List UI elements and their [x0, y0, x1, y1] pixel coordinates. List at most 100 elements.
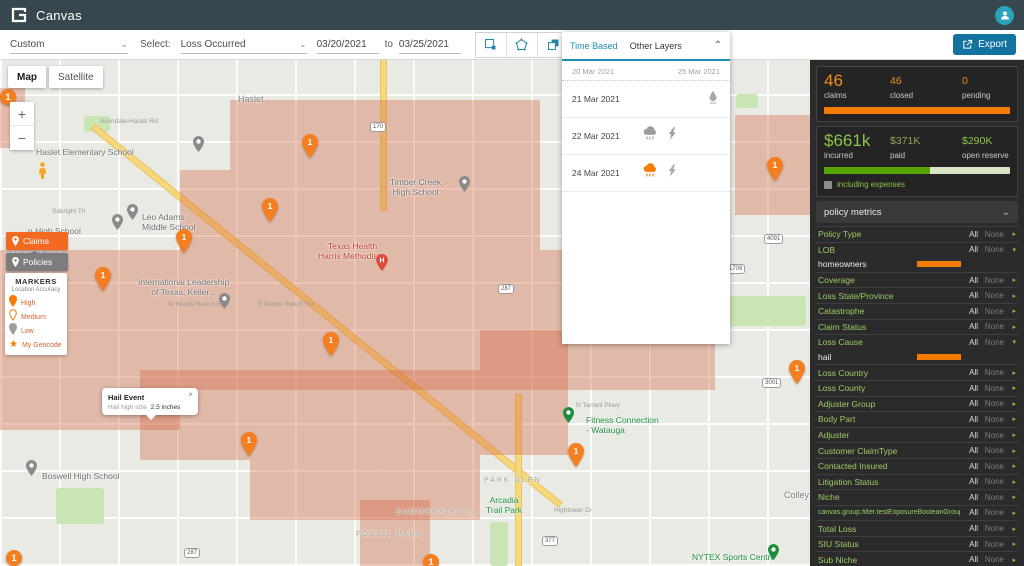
tab-time-based[interactable]: Time Based	[570, 41, 618, 51]
expand-arrow-icon[interactable]: ▸	[1004, 292, 1016, 300]
rectangle-select-button[interactable]	[476, 33, 507, 57]
metric-none-link[interactable]: None	[978, 415, 1004, 424]
claim-marker-pin[interactable]: 1	[241, 432, 257, 461]
lightning-icon[interactable]	[668, 164, 677, 182]
metric-all-link[interactable]: All	[960, 493, 978, 502]
metric-none-link[interactable]: None	[978, 384, 1004, 393]
metric-none-link[interactable]: None	[978, 540, 1004, 549]
metric-none-link[interactable]: None	[978, 446, 1004, 455]
polygon-select-button[interactable]	[507, 33, 538, 57]
metric-all-link[interactable]: All	[960, 524, 978, 533]
claims-toggle-button[interactable]: Claims	[6, 232, 68, 250]
metric-row-body-part[interactable]: Body PartAllNone▸	[816, 411, 1018, 427]
metric-row-loss-cause[interactable]: Loss CauseAllNone▾	[816, 334, 1018, 350]
tab-other-layers[interactable]: Other Layers	[630, 41, 682, 51]
expand-arrow-icon[interactable]: ▸	[1004, 369, 1016, 377]
rain-cloud-icon[interactable]	[642, 163, 658, 183]
expand-arrow-icon[interactable]: ▸	[1004, 230, 1016, 238]
metric-all-link[interactable]: All	[960, 338, 978, 347]
metric-all-link[interactable]: All	[960, 431, 978, 440]
metric-all-link[interactable]: All	[960, 384, 978, 393]
metric-row-coverage[interactable]: CoverageAllNone▸	[816, 272, 1018, 288]
claim-marker-pin[interactable]: 1	[568, 443, 584, 472]
time-layer-row[interactable]: 22 Mar 2021	[562, 118, 730, 155]
metric-none-link[interactable]: None	[978, 291, 1004, 300]
expand-arrow-icon[interactable]: ▸	[1004, 276, 1016, 284]
metric-all-link[interactable]: All	[960, 540, 978, 549]
metric-all-link[interactable]: All	[960, 555, 978, 564]
expand-arrow-icon[interactable]: ▸	[1004, 415, 1016, 423]
time-layer-row[interactable]: 24 Mar 2021	[562, 155, 730, 192]
date-type-select[interactable]: Loss Occurred ⌄	[181, 35, 307, 54]
metric-row-loss-state-province[interactable]: Loss State/ProvinceAllNone▸	[816, 287, 1018, 303]
expand-arrow-icon[interactable]: ▸	[1004, 384, 1016, 392]
metric-all-link[interactable]: All	[960, 230, 978, 239]
metric-value-row[interactable]: hail	[816, 350, 1018, 365]
expand-arrow-icon[interactable]: ▸	[1004, 307, 1016, 315]
expand-arrow-icon[interactable]: ▸	[1004, 323, 1016, 331]
hail-icon[interactable]	[708, 90, 718, 109]
lightning-icon[interactable]	[668, 127, 677, 145]
metric-row-adjuster-group[interactable]: Adjuster GroupAllNone▸	[816, 396, 1018, 412]
metric-all-link[interactable]: All	[960, 307, 978, 316]
export-button[interactable]: Export	[953, 34, 1016, 55]
expand-arrow-icon[interactable]: ▸	[1004, 493, 1016, 501]
metric-all-link[interactable]: All	[960, 322, 978, 331]
claim-marker-cluster[interactable]: 1	[423, 554, 439, 566]
expand-arrow-icon[interactable]: ▸	[1004, 447, 1016, 455]
metric-none-link[interactable]: None	[978, 368, 1004, 377]
expand-arrow-icon[interactable]: ▸	[1004, 462, 1016, 470]
time-layer-row[interactable]: 21 Mar 2021	[562, 81, 730, 118]
metric-none-link[interactable]: None	[978, 230, 1004, 239]
metric-none-link[interactable]: None	[978, 555, 1004, 564]
metric-none-link[interactable]: None	[978, 276, 1004, 285]
metric-none-link[interactable]: None	[978, 462, 1004, 471]
metric-row-total-loss[interactable]: Total LossAllNone▸	[816, 520, 1018, 536]
metric-all-link[interactable]: All	[960, 477, 978, 486]
claim-marker-cluster[interactable]: 1	[6, 550, 22, 566]
metric-none-link[interactable]: None	[978, 431, 1004, 440]
tooltip-close-icon[interactable]: ×	[188, 390, 193, 399]
policy-metrics-header[interactable]: policy metrics ⌄	[816, 201, 1018, 223]
metric-none-link[interactable]: None	[978, 508, 1004, 517]
metric-all-link[interactable]: All	[960, 368, 978, 377]
metric-all-link[interactable]: All	[960, 446, 978, 455]
metric-none-link[interactable]: None	[978, 307, 1004, 316]
expand-arrow-icon[interactable]: ▸	[1004, 525, 1016, 533]
date-from-input[interactable]: 03/20/2021	[317, 36, 379, 54]
metric-none-link[interactable]: None	[978, 338, 1004, 347]
collapse-arrow-icon[interactable]: ▾	[1004, 338, 1016, 346]
claim-marker-pin[interactable]: 1	[789, 360, 805, 389]
expand-arrow-icon[interactable]: ▸	[1004, 478, 1016, 486]
metric-all-link[interactable]: All	[960, 462, 978, 471]
user-avatar-icon[interactable]	[995, 6, 1014, 25]
expand-arrow-icon[interactable]: ▸	[1004, 556, 1016, 564]
metric-all-link[interactable]: All	[960, 245, 978, 254]
metric-none-link[interactable]: None	[978, 245, 1004, 254]
satellite-view-button[interactable]: Satellite	[49, 66, 103, 88]
metric-row-lob[interactable]: LOBAllNone▾	[816, 242, 1018, 258]
expand-arrow-icon[interactable]: ▸	[1004, 431, 1016, 439]
metric-row-sub-niche[interactable]: Sub NicheAllNone▸	[816, 551, 1018, 566]
zoom-out-button[interactable]: −	[10, 126, 34, 150]
metric-none-link[interactable]: None	[978, 477, 1004, 486]
map-view-button[interactable]: Map	[8, 66, 46, 88]
metric-all-link[interactable]: All	[960, 508, 978, 517]
claim-marker-pin[interactable]: 1	[323, 332, 339, 361]
claim-marker-pin[interactable]: 1	[95, 267, 111, 296]
expand-arrow-icon[interactable]: ▸	[1004, 509, 1016, 517]
claim-marker-pin[interactable]: 1	[262, 198, 278, 227]
metric-all-link[interactable]: All	[960, 399, 978, 408]
metric-row-loss-country[interactable]: Loss CountryAllNone▸	[816, 364, 1018, 380]
metric-row-niche[interactable]: NicheAllNone▸	[816, 489, 1018, 505]
metric-row-catastrophe[interactable]: CatastropheAllNone▸	[816, 303, 1018, 319]
metric-all-link[interactable]: All	[960, 415, 978, 424]
metric-all-link[interactable]: All	[960, 276, 978, 285]
including-expenses-checkbox[interactable]	[824, 181, 832, 189]
metric-row-loss-county[interactable]: Loss CountyAllNone▸	[816, 380, 1018, 396]
metric-row-litigation-status[interactable]: Litigation StatusAllNone▸	[816, 474, 1018, 490]
metric-row-contacted-insured[interactable]: Contacted InsuredAllNone▸	[816, 458, 1018, 474]
metric-all-link[interactable]: All	[960, 291, 978, 300]
metric-none-link[interactable]: None	[978, 524, 1004, 533]
preset-select[interactable]: Custom ⌄	[10, 35, 128, 54]
